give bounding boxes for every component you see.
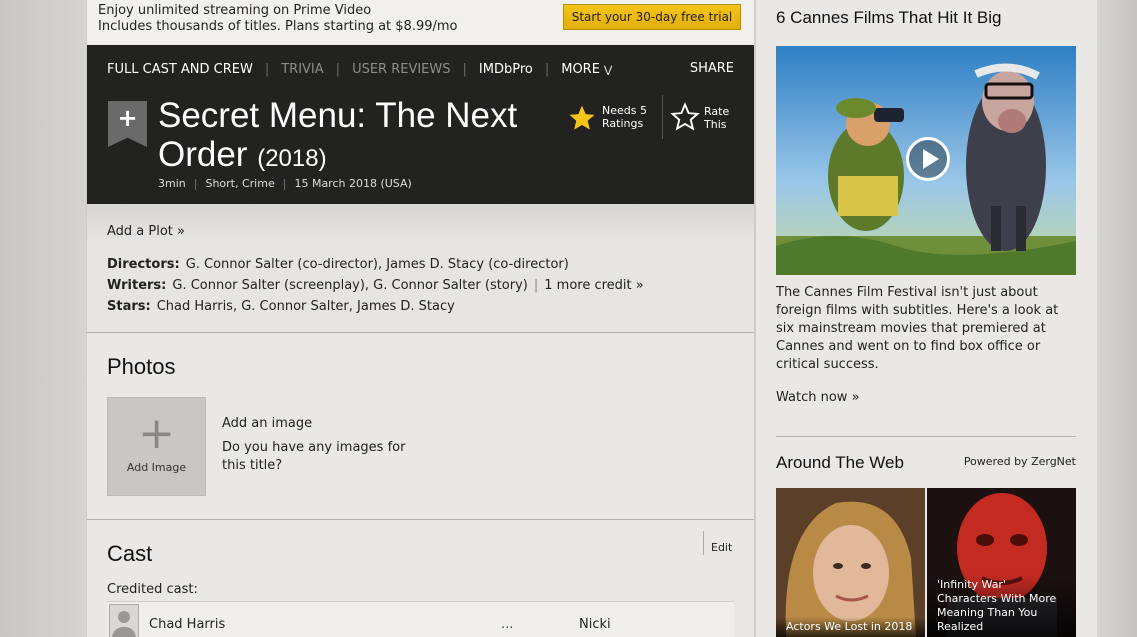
rating-needs-line1: Needs 5 [602, 104, 647, 117]
stars-credit: Stars: Chad Harris, G. Connor Salter, Jam… [107, 299, 455, 314]
title-overview: FULL CAST AND CREW | TRIVIA | USER REVIE… [87, 45, 754, 204]
add-plot-link[interactable]: Add a Plot » [107, 224, 185, 239]
directors-list[interactable]: G. Connor Salter (co-director), James D.… [186, 257, 569, 272]
title-year[interactable]: (2018) [257, 145, 326, 172]
sidebar-divider [776, 436, 1076, 437]
plus-icon: + [117, 104, 138, 132]
quicklinks-nav: FULL CAST AND CREW | TRIVIA | USER REVIE… [107, 61, 612, 77]
writers-list[interactable]: G. Connor Salter (screenplay), G. Connor… [172, 278, 528, 293]
more-credit-link[interactable]: 1 more credit » [544, 278, 643, 293]
nav-trivia[interactable]: TRIVIA [281, 62, 323, 77]
chevron-down-icon: ⋁ [603, 64, 613, 76]
nav-user-reviews[interactable]: USER REVIEWS [352, 62, 450, 77]
edit-cast-link[interactable]: Edit [711, 541, 732, 554]
web-article-card[interactable]: Actors We Lost in 2018 [776, 488, 925, 637]
promo-subtext: Includes thousands of titles. Plans star… [98, 19, 458, 34]
play-triangle [923, 149, 939, 169]
release-date[interactable]: 15 March 2018 (USA) [294, 177, 411, 190]
cast-character-name: Nicki [579, 617, 611, 632]
stars-label: Stars: [107, 299, 151, 314]
nav-separator: | [462, 61, 467, 77]
cast-heading: Cast [107, 541, 153, 566]
plus-icon: + [138, 408, 175, 459]
avatar[interactable] [109, 604, 139, 637]
featured-video-description: The Cannes Film Festival isn't just abou… [776, 285, 1059, 372]
web-article-card[interactable]: 'Infinity War' Characters With More Mean… [927, 488, 1076, 637]
title-subtext: 3min | Short, Crime | 15 March 2018 (USA) [158, 177, 412, 190]
rating-divider [662, 95, 663, 139]
photos-heading: Photos [107, 354, 176, 379]
add-image-text: Do you have any images for this title? [222, 440, 406, 473]
nav-full-cast-and-crew[interactable]: FULL CAST AND CREW [107, 62, 253, 77]
around-the-web-heading: Around The Web [776, 453, 904, 472]
nav-more-label: MORE [561, 61, 600, 77]
plot-summary: Add a Plot » Directors: G. Connor Salter … [87, 204, 754, 332]
section-divider [87, 519, 754, 520]
nav-imdbpro[interactable]: IMDbPro [479, 62, 533, 77]
table-row: Chad Harris ... Nicki [107, 601, 734, 637]
prime-promo-banner: Enjoy unlimited streaming on Prime Video… [87, 0, 754, 44]
page-margin-left [0, 0, 86, 637]
credit-separator: | [533, 278, 539, 293]
main-column: Enjoy unlimited streaming on Prime Video… [87, 0, 754, 637]
person-silhouette-icon [112, 611, 136, 637]
directors-label: Directors: [107, 257, 180, 272]
rating-needs-line2: Ratings [602, 117, 644, 130]
cast-actor-name[interactable]: Chad Harris [149, 617, 225, 632]
nav-separator: | [544, 61, 550, 77]
add-image-button[interactable]: + Add Image [107, 397, 206, 496]
star-icon [569, 105, 595, 130]
sidebar: 6 Cannes Films That Hit It Big The Canne… [756, 0, 1097, 637]
article-caption: 'Infinity War' Characters With More Mean… [927, 575, 1076, 637]
add-image-title[interactable]: Add an image [222, 416, 312, 431]
nav-separator: | [264, 61, 270, 77]
article-caption: Actors We Lost in 2018 [776, 617, 925, 637]
edit-divider [703, 531, 704, 555]
powered-by-zergnet[interactable]: Powered by ZergNet [964, 455, 1076, 468]
featured-video-thumbnail[interactable] [776, 46, 1076, 275]
nav-more[interactable]: MORE ⋁ [561, 62, 612, 77]
add-image-label: Add Image [126, 461, 187, 474]
watch-now-link[interactable]: Watch now » [776, 390, 860, 405]
credited-cast-label: Credited cast: [107, 582, 198, 597]
stars-list[interactable]: Chad Harris, G. Connor Salter, James D. … [157, 299, 455, 314]
directors-credit: Directors: G. Connor Salter (co-director)… [107, 257, 569, 272]
featured-video-title[interactable]: 6 Cannes Films That Hit It Big [776, 8, 1002, 28]
genres[interactable]: Short, Crime [205, 177, 274, 190]
share-button[interactable]: SHARE [690, 61, 734, 76]
runtime: 3min [158, 177, 186, 190]
subtext-separator: | [193, 177, 198, 190]
subtext-separator: | [282, 177, 287, 190]
free-trial-button[interactable]: Start your 30-day free trial [563, 4, 741, 30]
page-title: Secret Menu: The Next Order (2018) [158, 96, 558, 178]
promo-headline: Enjoy unlimited streaming on Prime Video [98, 3, 372, 18]
add-to-watchlist-button[interactable]: + [108, 101, 147, 147]
rating-needs-text: Needs 5 Ratings [602, 104, 647, 130]
rate-this-button[interactable]: Rate This [704, 105, 729, 131]
star-outline-icon[interactable] [670, 102, 700, 132]
writers-label: Writers: [107, 278, 167, 293]
play-icon[interactable] [906, 137, 950, 181]
rate-line2: This [704, 118, 727, 131]
writers-credit: Writers: G. Connor Salter (screenplay), G… [107, 278, 644, 293]
rate-line1: Rate [704, 105, 730, 118]
page-margin-right [1097, 0, 1137, 637]
cast-ellipsis: ... [501, 617, 514, 632]
title-name: Secret Menu: The Next Order [158, 96, 518, 174]
article-photo [776, 488, 925, 637]
section-divider [87, 332, 754, 333]
nav-separator: | [335, 61, 341, 77]
